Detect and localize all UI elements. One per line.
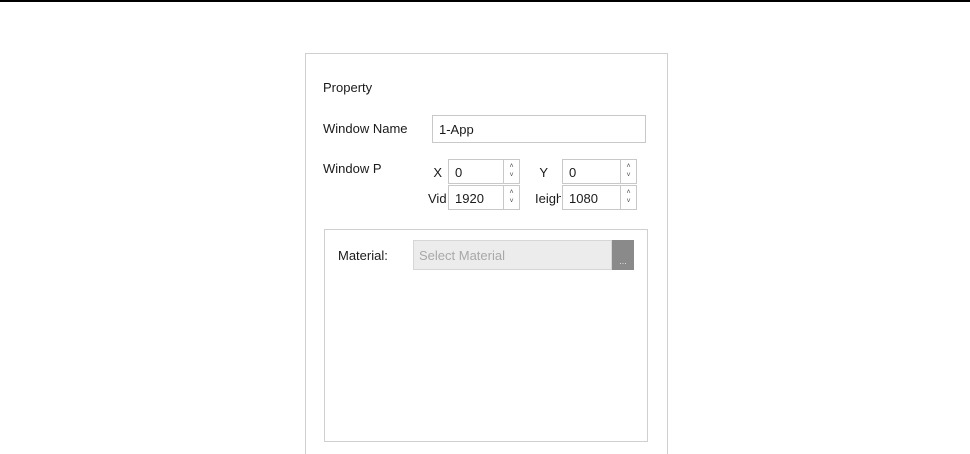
top-divider [0, 0, 970, 2]
material-label: Material: [338, 248, 388, 263]
x-spin-buttons[interactable]: ˄ ˅ [503, 160, 519, 183]
chevron-down-icon[interactable]: ˅ [621, 172, 636, 180]
material-group: Material: Select Material ... [324, 229, 648, 442]
height-spin-buttons[interactable]: ˄ ˅ [620, 186, 636, 209]
chevron-up-icon[interactable]: ˄ [621, 189, 636, 197]
chevron-down-icon[interactable]: ˅ [504, 172, 519, 180]
chevron-up-icon[interactable]: ˄ [504, 189, 519, 197]
window-name-label: Window Name [323, 121, 408, 136]
width-label: Vidtl [428, 191, 446, 206]
chevron-down-icon[interactable]: ˅ [621, 198, 636, 206]
height-value: 1080 [569, 191, 598, 206]
material-browse-button[interactable]: ... [612, 240, 634, 270]
x-spinner[interactable]: 0 ˄ ˅ [448, 159, 520, 184]
width-spin-buttons[interactable]: ˄ ˅ [503, 186, 519, 209]
material-placeholder: Select Material [419, 248, 505, 263]
width-spinner[interactable]: 1920 ˄ ˅ [448, 185, 520, 210]
panel-title: Property [323, 80, 373, 95]
chevron-down-icon[interactable]: ˅ [504, 198, 519, 206]
window-name-input[interactable]: 1-App [432, 115, 646, 143]
chevron-up-icon[interactable]: ˄ [621, 163, 636, 171]
y-label: Y [539, 165, 548, 180]
window-name-value: 1-App [439, 122, 474, 137]
width-value: 1920 [455, 191, 484, 206]
y-value: 0 [569, 165, 577, 180]
x-label: X [433, 165, 442, 180]
ellipsis-icon: ... [619, 256, 627, 266]
material-select[interactable]: Select Material [413, 240, 612, 270]
height-label: Ieigh [535, 191, 561, 206]
property-panel: Property Window Name 1-App Window P X 0 … [305, 53, 668, 454]
y-spin-buttons[interactable]: ˄ ˅ [620, 160, 636, 183]
x-value: 0 [455, 165, 463, 180]
height-spinner[interactable]: 1080 ˄ ˅ [562, 185, 637, 210]
window-position-label: Window P [323, 161, 382, 176]
y-spinner[interactable]: 0 ˄ ˅ [562, 159, 637, 184]
chevron-up-icon[interactable]: ˄ [504, 163, 519, 171]
